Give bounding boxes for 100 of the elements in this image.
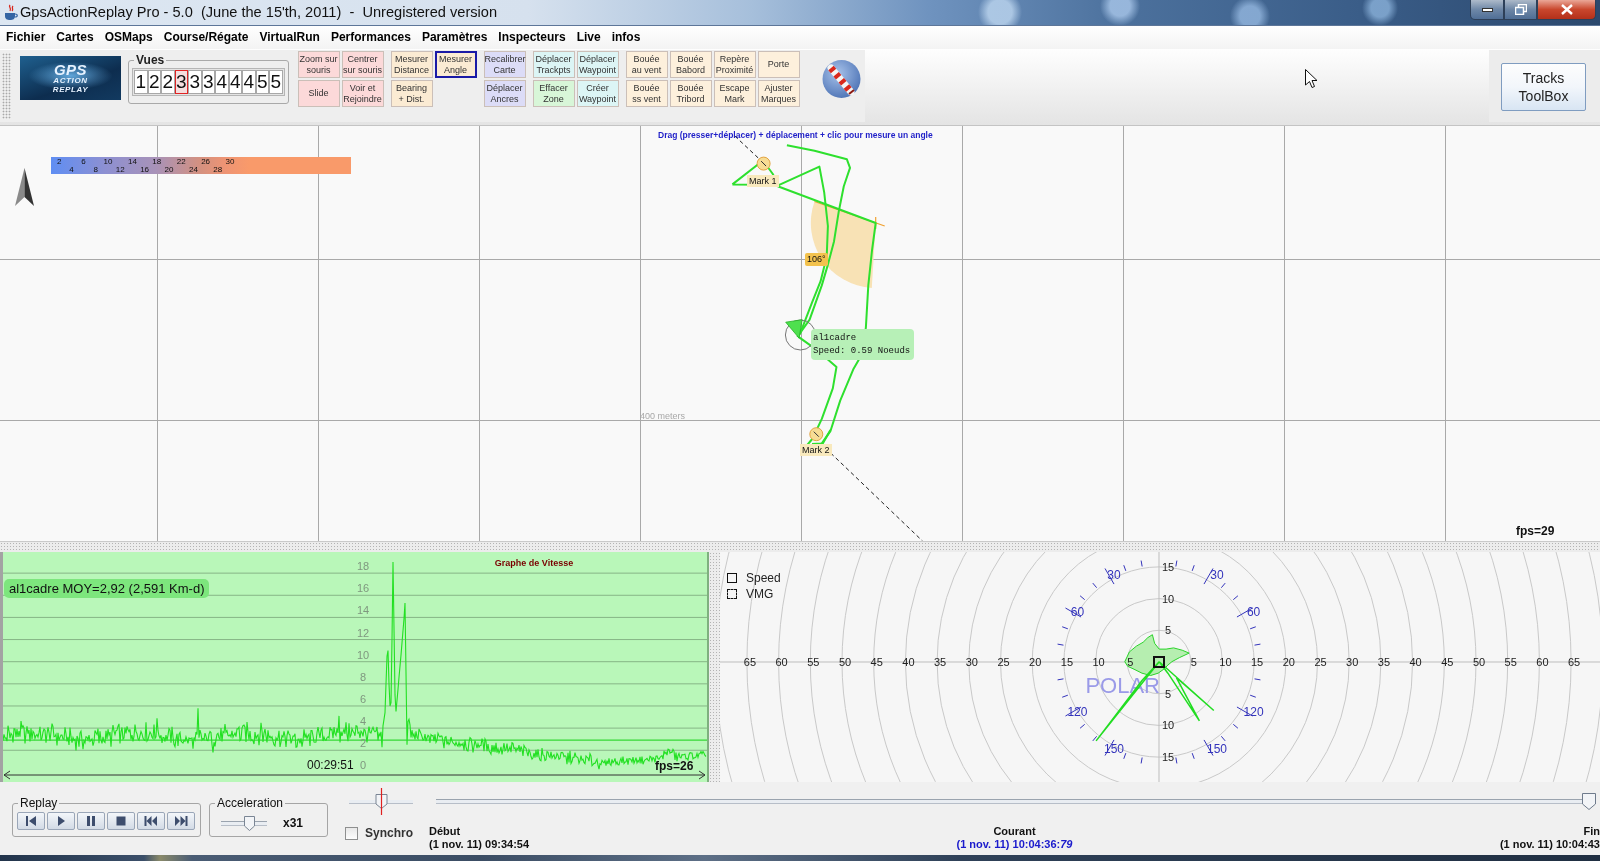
menu-item[interactable]: Course/Régate	[158, 28, 254, 47]
menu-item[interactable]: infos	[606, 28, 646, 47]
graph-title: Graphe de Vitesse	[494, 558, 574, 568]
radius-label: 45	[1441, 656, 1454, 668]
toolbar-button[interactable]: Effacer Zone	[532, 80, 575, 107]
end-time: (1 nov. 11) 10:04:43	[1499, 838, 1600, 851]
checkbox-label: Synchro	[365, 826, 413, 840]
boat-name: al1cadre	[813, 332, 858, 345]
scale-label: 14	[127, 157, 137, 166]
y-tick-label: 8	[359, 670, 367, 683]
scale-label: 10	[103, 157, 113, 166]
y-tick-label: 16	[356, 582, 370, 595]
radius-label: 40	[902, 656, 915, 668]
slider-thumb[interactable]	[244, 815, 255, 831]
acceleration-value: x31	[283, 816, 304, 830]
toolbar-button[interactable]: Déplacer Trackpts	[532, 51, 575, 78]
group-title: Acceleration	[216, 796, 285, 810]
toolbar-button[interactable]: Ajuster Marques	[757, 80, 800, 107]
minimize-button[interactable]	[1470, 0, 1504, 20]
toolbar-button[interactable]: Mesurer Distance	[390, 51, 433, 78]
timeline-thumb[interactable]	[1582, 793, 1597, 810]
toolbar-button[interactable]: Repère Proximité	[713, 51, 756, 78]
menu-item[interactable]: Live	[571, 28, 606, 47]
synchro-checkbox[interactable]	[345, 826, 358, 840]
toolbar-button[interactable]: Bouée Tribord	[669, 80, 712, 107]
close-button[interactable]	[1537, 0, 1596, 20]
scale-label: 16	[140, 166, 150, 174]
scale-label: 4	[69, 166, 74, 174]
scale-label: 26	[201, 157, 211, 166]
radius-label: 30	[965, 656, 978, 668]
skip-end-button[interactable]	[167, 812, 195, 830]
map-canvas[interactable]: 2 6 10 14 18 22 26 30 4 8 12 16 20 24 28 Drag (presser+déplacer) + déplacement + clic pour mesure un angle Mark 1 Mark 2 106° al1cadre Speed: 0.59 Noeuds 400 meters fps=29	[0, 126, 1600, 541]
menu-item[interactable]: VirtualRun	[254, 28, 325, 47]
scale-label: 30	[225, 157, 235, 166]
radius-label: 45	[870, 656, 883, 668]
restore-button[interactable]	[1504, 0, 1537, 20]
toolbar-button[interactable]: Escape Mark	[713, 80, 756, 107]
step-back-icon	[24, 815, 38, 827]
radius-label: 15	[1161, 751, 1175, 764]
pause-button[interactable]	[77, 812, 105, 830]
toolbar-grip[interactable]	[2, 53, 11, 119]
radius-label: 50	[1472, 656, 1486, 668]
toolbar-button[interactable]: Bearing + Dist.	[390, 80, 433, 107]
logo-text: ACTION	[53, 77, 88, 86]
view-button[interactable]: 1	[134, 70, 148, 94]
menu-item[interactable]: OSMaps	[99, 28, 158, 47]
toolbar-button[interactable]: Bouée ss vent	[625, 80, 668, 107]
start-caption: Début	[429, 825, 461, 838]
toolbar-button[interactable]: Bouée au vent	[625, 51, 668, 78]
menu-item[interactable]: Cartes	[51, 28, 99, 47]
radius-label: 10	[1092, 656, 1105, 668]
slider-thumb[interactable]	[374, 788, 388, 815]
toolbar-button[interactable]: Recalibrer Carte	[483, 51, 526, 78]
radius-label: 35	[933, 656, 947, 668]
y-tick-label: 4	[359, 715, 367, 728]
view-button[interactable]: 3	[188, 70, 202, 94]
menu-item[interactable]: Performances	[325, 28, 416, 47]
angle-label: 120	[1067, 705, 1088, 719]
radius-label: 65	[743, 656, 757, 668]
group-title: Vues	[135, 53, 166, 67]
stop-icon	[114, 815, 128, 827]
mouse-pointer-icon	[1305, 69, 1318, 89]
restore-icon	[1514, 4, 1527, 15]
toolbar-button[interactable]: Mesurer Angle	[434, 51, 477, 78]
buoy-icon	[809, 427, 824, 442]
menu-item[interactable]: Paramètres	[416, 28, 493, 47]
skip-start-button[interactable]	[137, 812, 165, 830]
toolbar-button[interactable]: Centrer sur souris	[341, 51, 384, 78]
toolbar-button[interactable]: Zoom sur souris	[297, 51, 340, 78]
toolbar-button[interactable]: Déplacer Waypoint	[576, 51, 619, 78]
radius-label: 50	[838, 656, 852, 668]
skip-start-icon	[144, 815, 158, 827]
toolbar-button[interactable]: Bouée Babord	[669, 51, 712, 78]
radius-label: 5	[1190, 656, 1197, 668]
tracks-toolbox-button[interactable]: Tracks ToolBox	[1501, 63, 1586, 111]
play-button[interactable]	[47, 812, 75, 830]
radius-label: 15	[1250, 656, 1264, 668]
view-button[interactable]: 4	[215, 70, 229, 94]
step-back-button[interactable]	[17, 812, 45, 830]
toolbar-button[interactable]: Slide	[297, 80, 340, 107]
mark-label: Mark 2	[800, 444, 832, 456]
view-button[interactable]: 5	[269, 70, 283, 94]
stop-button[interactable]	[107, 812, 135, 830]
view-button[interactable]: 4	[242, 70, 256, 94]
menu-item[interactable]: Fichier	[1, 28, 51, 47]
scale-label: 2	[56, 157, 62, 166]
toolbar-button[interactable]: Déplacer Ancres	[483, 80, 526, 107]
angle-label: 30	[1107, 568, 1121, 583]
toolbar-button[interactable]: Porte	[757, 51, 800, 78]
windsock-icon[interactable]	[821, 59, 861, 99]
radius-label: 20	[1029, 656, 1042, 668]
toolbar-button[interactable]: Voir et Rejoindre	[341, 80, 384, 107]
menu-item[interactable]: Inspecteurs	[493, 28, 571, 47]
radius-label: 55	[1504, 656, 1517, 668]
view-button[interactable]: 2	[161, 70, 175, 94]
radius-label: 30	[1346, 656, 1359, 668]
radius-label: 25	[1314, 656, 1327, 668]
center-square-icon	[1153, 656, 1165, 668]
radius-label: 35	[1377, 656, 1391, 668]
toolbar-button[interactable]: Créer Waypoint	[576, 80, 619, 107]
